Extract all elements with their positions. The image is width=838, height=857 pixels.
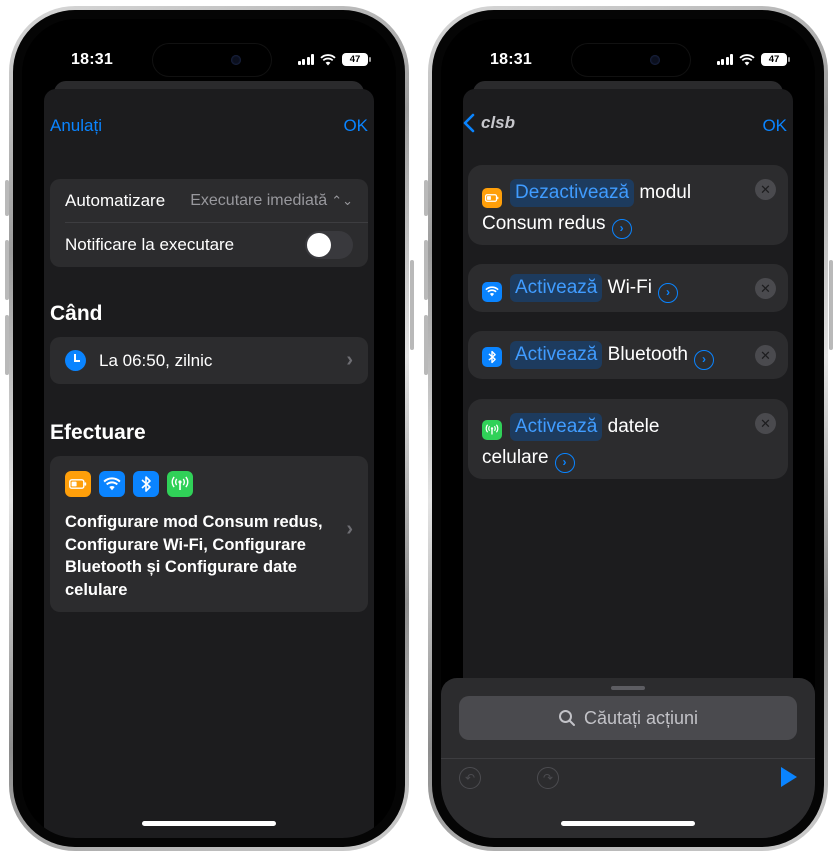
action-button	[424, 180, 428, 216]
action-card-wifi[interactable]: Activează Wi-Fi › ✕	[468, 264, 788, 312]
right-phone: 18:31 47 clsb OK Dezactivează modul Cons…	[428, 6, 828, 851]
wifi-status-icon	[320, 53, 336, 65]
editor-toolbar: ↶ ↷	[441, 758, 815, 818]
cellular-antenna-icon	[482, 420, 502, 440]
perform-title: Efectuare	[50, 421, 146, 444]
volume-down-button	[424, 315, 428, 375]
wifi-icon	[482, 281, 502, 302]
action-card-low-power[interactable]: Dezactivează modul Consum redus › ✕	[468, 165, 788, 245]
action-verb-chip[interactable]: Dezactivează	[510, 179, 635, 207]
notify-toggle[interactable]	[305, 231, 353, 259]
perform-group[interactable]: Configurare mod Consum redus, Configurar…	[50, 456, 368, 612]
power-button	[410, 260, 414, 350]
action-icons-row	[65, 471, 193, 497]
toggle-knob	[307, 233, 331, 257]
panel-grabber[interactable]	[611, 686, 645, 690]
expand-arrow-icon[interactable]: ›	[554, 452, 575, 473]
action-verb-chip[interactable]: Activează	[510, 413, 603, 441]
action-verb-chip[interactable]: Activează	[510, 341, 603, 369]
search-actions-field[interactable]: Căutați acțiuni	[459, 696, 797, 740]
home-indicator[interactable]	[561, 821, 695, 826]
automation-label: Automatizare	[65, 191, 166, 210]
automation-row[interactable]: Automatizare Executare imediată ⌃⌄	[50, 179, 368, 223]
remove-action-button[interactable]: ✕	[755, 413, 776, 434]
search-placeholder: Căutați acțiuni	[583, 707, 699, 728]
status-icons: 47	[297, 53, 371, 66]
up-down-chevron-icon: ⌃⌄	[331, 193, 353, 208]
perform-summary: Configurare mod Consum redus, Configurar…	[65, 513, 323, 599]
chevron-left-icon	[463, 113, 475, 133]
bluetooth-icon	[482, 347, 502, 367]
when-group: La 06:50, zilnic ›	[50, 337, 368, 384]
power-button	[829, 260, 833, 350]
notify-label: Notificare la executare	[65, 235, 235, 254]
action-card-bluetooth[interactable]: Activează Bluetooth › ✕	[468, 331, 788, 379]
front-camera	[231, 55, 241, 65]
bluetooth-icon	[133, 471, 159, 497]
ok-button[interactable]: OK	[343, 116, 368, 136]
chevron-right-icon: ›	[346, 518, 353, 540]
left-screen: 18:31 47 Anulați OK Automatizare Executa…	[22, 19, 396, 838]
left-phone: 18:31 47 Anulați OK Automatizare Executa…	[9, 6, 409, 851]
battery-icon: 47	[342, 53, 371, 66]
volume-down-button	[5, 315, 9, 375]
actions-panel: Căutați acțiuni ↶ ↷	[441, 678, 815, 838]
automation-value[interactable]: Executare imediată	[190, 192, 327, 210]
wifi-icon	[99, 471, 125, 497]
cellular-antenna-icon	[167, 471, 193, 497]
chevron-right-icon: ›	[346, 349, 353, 371]
search-icon	[558, 710, 575, 726]
remove-action-button[interactable]: ✕	[755, 179, 776, 200]
action-param[interactable]: Wi-Fi	[608, 277, 652, 298]
when-title: Când	[50, 302, 103, 325]
status-bar: 18:31 47	[22, 19, 396, 76]
low-power-battery-icon	[482, 188, 502, 208]
status-time: 18:31	[71, 51, 113, 68]
automation-settings-group: Automatizare Executare imediată ⌃⌄ Notif…	[50, 179, 368, 267]
schedule-row[interactable]: La 06:50, zilnic ›	[50, 337, 368, 384]
left-bezel: 18:31 47 Anulați OK Automatizare Executa…	[13, 10, 405, 847]
action-button	[5, 180, 9, 216]
volume-up-button	[424, 240, 428, 300]
action-text: modul	[639, 182, 692, 203]
cellular-signal-icon	[297, 54, 314, 65]
action-param[interactable]: Bluetooth	[608, 344, 688, 365]
cellular-signal-icon	[716, 54, 733, 65]
right-screen: 18:31 47 clsb OK Dezactivează modul Cons…	[441, 19, 815, 838]
action-verb-chip[interactable]: Activează	[510, 274, 603, 302]
notify-row: Notificare la executare	[50, 223, 368, 267]
status-bar: 18:31 47	[441, 19, 815, 76]
schedule-label: La 06:50, zilnic	[99, 350, 213, 370]
action-param[interactable]: Consum redus	[482, 213, 606, 234]
clock-icon	[65, 350, 86, 371]
right-bezel: 18:31 47 clsb OK Dezactivează modul Cons…	[432, 10, 824, 847]
dynamic-island	[153, 44, 271, 76]
front-camera	[650, 55, 660, 65]
undo-icon[interactable]: ↶	[459, 767, 481, 789]
wifi-status-icon	[739, 53, 755, 65]
cancel-button[interactable]: Anulați	[50, 116, 102, 136]
expand-arrow-icon[interactable]: ›	[693, 349, 714, 370]
back-nav[interactable]: clsb	[463, 113, 515, 133]
battery-icon: 47	[761, 53, 790, 66]
status-icons: 47	[716, 53, 790, 66]
shortcut-name[interactable]: clsb	[481, 113, 515, 133]
action-card-cellular[interactable]: Activează datele celulare › ✕	[468, 399, 788, 479]
expand-arrow-icon[interactable]: ›	[657, 282, 678, 303]
dynamic-island	[572, 44, 690, 76]
volume-up-button	[5, 240, 9, 300]
action-param[interactable]: datele	[608, 416, 660, 437]
status-time: 18:31	[490, 51, 532, 68]
ok-button[interactable]: OK	[762, 116, 787, 136]
remove-action-button[interactable]: ✕	[755, 345, 776, 366]
home-indicator[interactable]	[142, 821, 276, 826]
low-power-battery-icon	[65, 471, 91, 497]
redo-icon[interactable]: ↷	[537, 767, 559, 789]
play-icon[interactable]	[781, 767, 797, 787]
action-param[interactable]: celulare	[482, 447, 549, 468]
remove-action-button[interactable]: ✕	[755, 278, 776, 299]
expand-arrow-icon[interactable]: ›	[611, 218, 632, 239]
